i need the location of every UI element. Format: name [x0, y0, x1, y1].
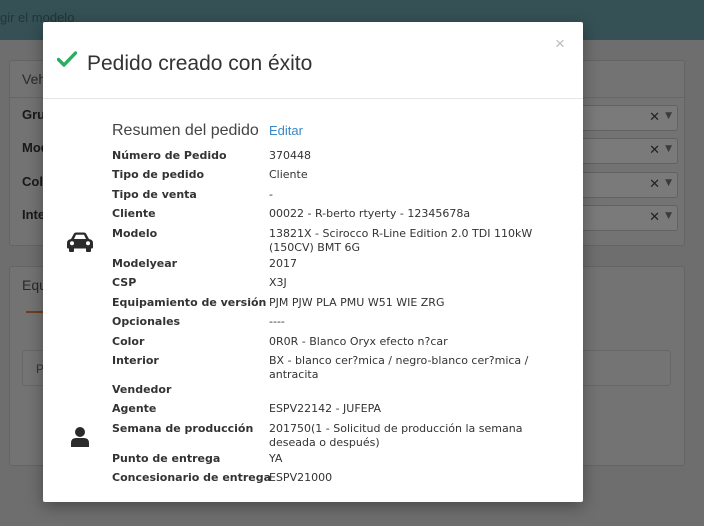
value-customer: 00022 - R-berto rtyerty - 12345678a: [269, 207, 471, 220]
value-order-number: 370448: [269, 149, 311, 162]
edit-link[interactable]: Editar: [269, 123, 303, 138]
label-model: Modelo: [112, 227, 158, 240]
label-order-number: Número de Pedido: [112, 149, 227, 162]
value-model: 13821X - Scirocco R-Line Edition 2.0 TDI…: [269, 227, 533, 254]
label-delivery-point: Punto de entrega: [112, 452, 221, 465]
label-order-type: Tipo de pedido: [112, 168, 205, 181]
label-color: Color: [112, 335, 145, 348]
label-version-equipment: Equipamiento de versión: [112, 296, 267, 309]
summary-title: Resumen del pedido: [112, 122, 259, 139]
value-csp: X3J: [269, 276, 287, 289]
label-agent: Agente: [112, 402, 157, 415]
value-delivery-dealer: ESPV21000: [269, 471, 333, 484]
label-delivery-dealer: Concesionario de entrega: [112, 471, 272, 484]
label-interior: Interior: [112, 354, 159, 367]
value-agent: ESPV22142 - JUFEPA: [269, 402, 382, 415]
dialog-title: Pedido creado con éxito: [87, 52, 313, 75]
label-model-year: Modelyear: [112, 257, 178, 270]
label-csp: CSP: [112, 276, 137, 289]
dialog-header: Pedido creado con éxito ×: [43, 22, 583, 99]
label-options: Opcionales: [112, 315, 181, 328]
label-sale-type: Tipo de venta: [112, 188, 197, 201]
label-customer: Cliente: [112, 207, 156, 220]
order-created-dialog: Pedido creado con éxito × Resumen del pe…: [43, 22, 583, 502]
value-interior: BX - blanco cer?mica / negro-blanco cer?…: [269, 354, 529, 381]
person-icon: [71, 427, 89, 447]
label-production-week: Semana de producción: [112, 422, 254, 435]
car-icon: [67, 232, 93, 252]
value-delivery-point: YA: [269, 452, 283, 465]
value-order-type: Cliente: [269, 168, 308, 181]
label-seller: Vendedor: [112, 383, 172, 396]
value-sale-type: -: [269, 188, 273, 201]
close-button[interactable]: ×: [555, 34, 565, 54]
value-color: 0R0R - Blanco Oryx efecto n?car: [269, 335, 448, 348]
value-production-week: 201750(1 - Solicitud de producción la se…: [269, 422, 523, 449]
value-options: ----: [269, 315, 285, 328]
value-model-year: 2017: [269, 257, 297, 270]
value-version-equipment: PJM PJW PLA PMU W51 WIE ZRG: [269, 296, 445, 309]
check-icon: [57, 51, 77, 67]
